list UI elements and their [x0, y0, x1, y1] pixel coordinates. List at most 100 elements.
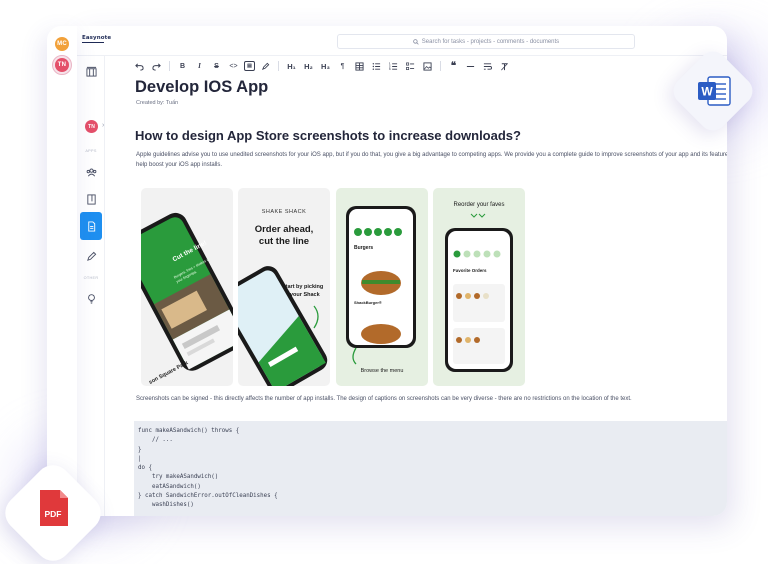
toolbar-divider — [169, 61, 170, 71]
bold-button[interactable]: B — [176, 60, 189, 73]
document-title[interactable]: Develop IOS App — [135, 78, 268, 97]
team-icon — [86, 168, 96, 176]
account-rail: MC TN — [47, 26, 77, 516]
shot3-heading: Burgers — [354, 245, 374, 251]
ordered-list-button[interactable]: 123 — [387, 60, 400, 73]
highlight-button[interactable] — [259, 60, 272, 73]
sidebar-item-draw[interactable] — [81, 246, 101, 266]
app-screenshots: Cut the line! Burgers, fries + shakes at… — [141, 188, 541, 388]
task-list-button[interactable] — [404, 60, 417, 73]
building-icon — [85, 66, 97, 77]
screenshot-2[interactable]: SHAKE SHACK Order ahead, cut the line St… — [238, 188, 330, 386]
code-line: } catch SandwichError.outOfCleanDishes { — [138, 493, 278, 500]
search-placeholder: Search for tasks - projects - comments -… — [421, 38, 560, 45]
app-logo[interactable]: Easynote — [82, 35, 111, 43]
italic-button[interactable]: I — [193, 60, 206, 73]
svg-text:3: 3 — [389, 67, 391, 71]
section-heading[interactable]: How to design App Store screenshots to i… — [135, 128, 521, 143]
pen-icon — [86, 251, 96, 261]
heading-1-button[interactable]: H₁ — [285, 60, 298, 73]
toolbar-divider — [440, 61, 441, 71]
code-line: // ... — [138, 437, 173, 444]
top-bar: Easynote Search for tasks - projects - c… — [77, 26, 727, 56]
code-block[interactable]: func makeASandwich() throws { // ... } |… — [134, 421, 727, 516]
table-icon — [355, 61, 364, 71]
checklist-icon — [406, 62, 415, 70]
chevron-right-icon[interactable]: › — [102, 122, 104, 129]
heading-3-button[interactable]: H₃ — [319, 60, 332, 73]
search-icon — [413, 38, 419, 45]
code-line: func makeASandwich() throws { — [138, 428, 240, 434]
document-author: Created by: Tuấn — [136, 100, 179, 106]
strikethrough-button[interactable]: S — [210, 60, 223, 73]
workspace-avatar-ring[interactable]: TN — [52, 55, 72, 75]
screenshot-3[interactable]: Burgers ShackBurger® Browse the menu — [336, 188, 428, 386]
code-cursor-line: | — [138, 455, 142, 462]
sidebar-workspace-avatar[interactable]: TN — [85, 120, 98, 133]
shot4-headline: Reorder your faves — [453, 202, 505, 208]
notebook-icon — [86, 193, 96, 205]
sidebar-section-apps: APPS — [85, 149, 97, 153]
shot4-heading: Favorite Orders — [453, 268, 487, 273]
paragraph-button[interactable]: ¶ — [336, 60, 349, 73]
code-block-icon: ▤ — [247, 63, 252, 69]
editor-toolbar: B I S <> ▤ H₁ H₂ H₃ ¶ 123 ❝ — [133, 59, 515, 73]
wrap-text-button[interactable] — [481, 60, 494, 73]
horizontal-rule-button[interactable] — [464, 60, 477, 73]
marker-icon — [261, 62, 270, 70]
code-line: } — [138, 446, 142, 453]
screenshot-1[interactable]: Cut the line! Burgers, fries + shakes at… — [141, 188, 233, 386]
shot3-footer: Browse the menu — [360, 368, 404, 374]
phone-tilted-illustration — [141, 212, 233, 371]
search-input[interactable]: Search for tasks - projects - comments -… — [337, 34, 635, 49]
bullet-list-icon — [372, 62, 381, 70]
sidebar-item-home[interactable] — [81, 61, 101, 81]
code-line: try makeASandwich() — [138, 474, 219, 481]
screenshots-caption[interactable]: Screenshots can be signed - this directl… — [136, 396, 632, 402]
code-line: washDishes() — [138, 502, 194, 509]
intro-paragraph[interactable]: Apple guidelines advise you to use unedi… — [136, 151, 727, 170]
sidebar-section-other: OTHER — [83, 276, 99, 280]
heading-2-button[interactable]: H₂ — [302, 60, 315, 73]
user-avatar[interactable]: MC — [55, 37, 69, 51]
lightbulb-icon — [87, 293, 95, 304]
phone-menu-illustration — [346, 206, 416, 365]
code-line: eatASandwich() — [138, 483, 201, 490]
image-icon — [423, 61, 432, 71]
logo-underline — [82, 42, 104, 43]
clear-format-icon — [501, 62, 508, 70]
undo-icon — [135, 62, 144, 71]
bullet-list-button[interactable] — [370, 60, 383, 73]
sidebar-item-documents[interactable] — [80, 212, 102, 240]
redo-button[interactable] — [150, 60, 163, 73]
phone-tilted-illustration — [238, 266, 328, 386]
sidebar-item-notebook[interactable] — [81, 189, 101, 209]
code-line: do { — [138, 465, 152, 472]
table-button[interactable] — [353, 60, 366, 73]
phone-favorites-illustration — [445, 213, 513, 372]
pdf-label: PDF — [45, 509, 62, 519]
wrap-text-icon — [483, 62, 492, 70]
undo-button[interactable] — [133, 60, 146, 73]
word-letter: W — [701, 85, 713, 99]
workspace-avatar[interactable]: TN — [55, 58, 69, 72]
sidebar: TN › APPS OTHER — [77, 56, 105, 516]
document-icon — [87, 220, 95, 232]
sidebar-item-ideas[interactable] — [81, 288, 101, 308]
clear-format-button[interactable] — [498, 60, 511, 73]
app-window: Easynote Search for tasks - projects - c… — [77, 26, 727, 516]
sidebar-item-team[interactable] — [81, 162, 101, 182]
logo-text: Easynote — [82, 35, 112, 41]
horizontal-rule-icon — [466, 65, 475, 67]
word-file-icon[interactable]: W — [696, 73, 732, 109]
code-block-button[interactable]: ▤ — [244, 61, 255, 71]
ordered-list-icon: 123 — [389, 62, 398, 71]
quote-button[interactable]: ❝ — [447, 60, 460, 73]
pdf-file-icon[interactable]: PDF — [38, 488, 70, 528]
shot3-item: ShackBurger® — [354, 300, 382, 305]
inline-code-button[interactable]: <> — [227, 60, 240, 73]
image-button[interactable] — [421, 60, 434, 73]
screenshot-4[interactable]: Reorder your faves Favorite Orders — [433, 188, 525, 386]
redo-icon — [152, 62, 161, 71]
toolbar-divider — [278, 61, 279, 71]
